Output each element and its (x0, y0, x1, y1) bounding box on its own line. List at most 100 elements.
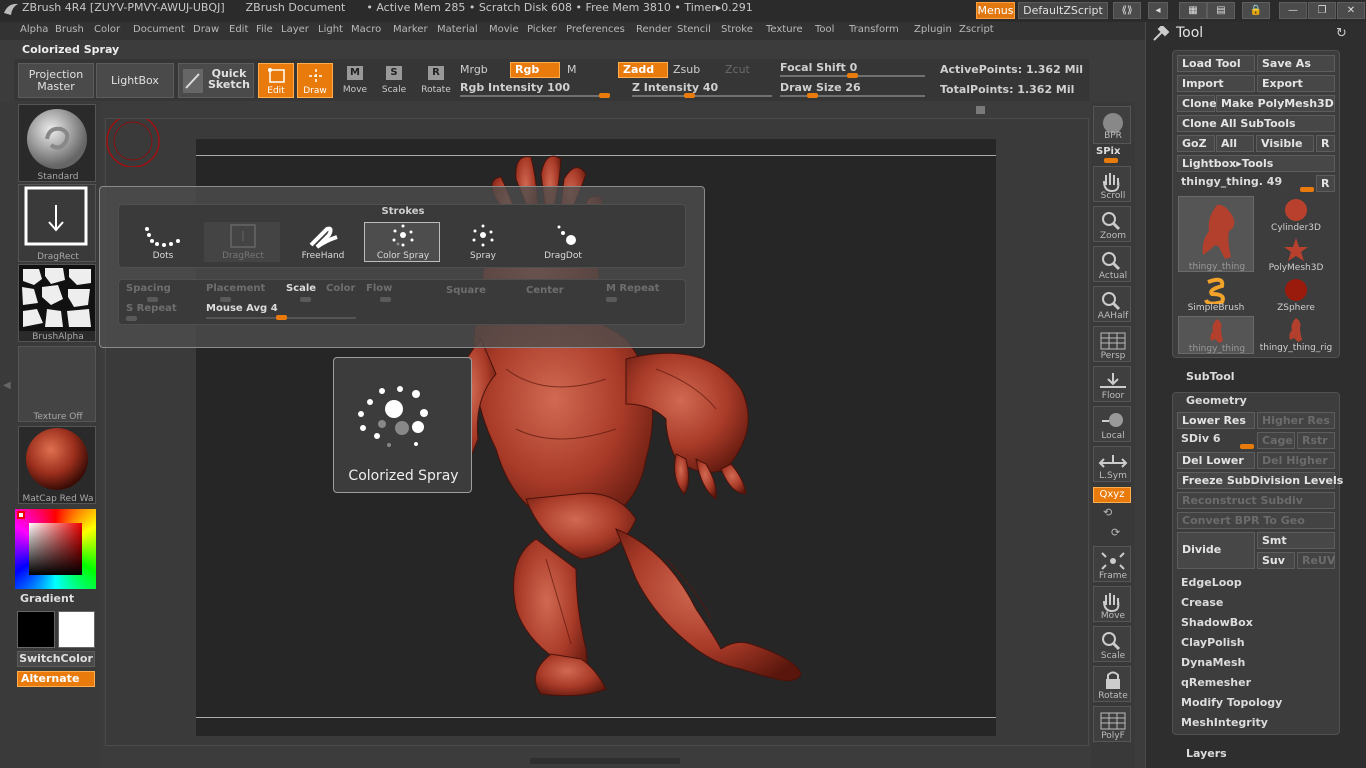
rgb-toggle[interactable]: Rgb (510, 62, 560, 78)
flow-knob[interactable] (380, 297, 391, 302)
suv-toggle[interactable]: Suv (1257, 552, 1295, 569)
save-as-button[interactable]: Save As (1257, 55, 1335, 72)
arrow-icon[interactable]: ◂ (1148, 2, 1168, 19)
clone-button[interactable]: Clone (1177, 95, 1217, 112)
refresh-icon[interactable]: ↻ (1336, 26, 1347, 41)
spacing-slider[interactable]: Spacing (126, 283, 171, 294)
main-color-swatch[interactable] (17, 611, 55, 648)
zcut-toggle[interactable]: Zcut (725, 63, 750, 76)
convert-bpr-button[interactable]: Convert BPR To Geo (1177, 512, 1335, 529)
restore-icon[interactable]: ❐ (1308, 2, 1336, 19)
geometry-section-shadowbox[interactable]: ShadowBox (1181, 616, 1253, 629)
scale-knob[interactable] (300, 297, 311, 302)
del-higher-button[interactable]: Del Higher (1257, 452, 1335, 469)
rotate-y-icon[interactable]: ⟲ (1103, 506, 1112, 519)
stroke-freehand-button[interactable]: FreeHand (284, 222, 360, 262)
spacing-knob[interactable] (147, 297, 158, 302)
canvas-scroll-marker[interactable] (976, 106, 985, 114)
draw-button[interactable]: Draw (297, 63, 333, 98)
geometry-section-crease[interactable]: Crease (1181, 596, 1223, 609)
higher-res-button[interactable]: Higher Res (1257, 412, 1335, 429)
subtool-header[interactable]: SubTool (1186, 370, 1235, 383)
geometry-section-qremesher[interactable]: qRemesher (1181, 676, 1251, 689)
s-repeat-slider[interactable]: S Repeat (126, 303, 177, 314)
geometry-section-modify-topology[interactable]: Modify Topology (1181, 696, 1282, 709)
draw-size-slider[interactable] (780, 95, 925, 97)
current-tool-slider[interactable] (1300, 187, 1314, 192)
layout-save-icon[interactable]: ▤ (1207, 2, 1235, 19)
menu-picker[interactable]: Picker (527, 24, 557, 35)
tray-toggle-icon[interactable]: ⟪⟫ (1113, 2, 1141, 19)
color-slider[interactable]: Color (326, 283, 355, 294)
rotate-z-icon[interactable]: ⟳ (1111, 526, 1120, 539)
rstr-button[interactable]: Rstr (1297, 432, 1335, 449)
m-toggle[interactable]: M (567, 63, 577, 76)
menu-zscript[interactable]: Zscript (959, 24, 994, 35)
menu-macro[interactable]: Macro (351, 24, 381, 35)
menu-stencil[interactable]: Stencil (677, 24, 711, 35)
actual-view-button[interactable]: Actual (1093, 246, 1131, 282)
lightbox-tools-button[interactable]: Lightbox▸Tools (1177, 155, 1335, 172)
move-view-button[interactable]: Move (1093, 586, 1131, 622)
menus-button[interactable]: Menus (976, 2, 1015, 19)
placement-knob[interactable] (220, 297, 231, 302)
draw-size-knob[interactable] (807, 93, 818, 98)
stroke-dots-button[interactable]: Dots (124, 222, 200, 262)
mrgb-toggle[interactable]: Mrgb (460, 63, 488, 76)
menu-color[interactable]: Color (94, 24, 120, 35)
rgb-intensity-knob[interactable] (599, 93, 610, 98)
menu-edit[interactable]: Edit (229, 24, 248, 35)
menu-document[interactable]: Document (133, 24, 185, 35)
tool-thumbnail[interactable]: thingy_thing (1178, 196, 1254, 272)
rgb-intensity-slider[interactable] (460, 95, 610, 97)
square-toggle[interactable]: Square (446, 285, 486, 296)
menu-preferences[interactable]: Preferences (566, 24, 625, 35)
sdiv-slider[interactable] (1240, 444, 1254, 449)
polyf-view-button[interactable]: PolyF (1093, 706, 1131, 742)
minimize-icon[interactable]: — (1279, 2, 1307, 19)
lock-icon[interactable]: 🔒 (1242, 2, 1270, 19)
layout-icon[interactable]: ▦ (1179, 2, 1207, 19)
menu-texture[interactable]: Texture (766, 24, 803, 35)
tool-thumbnail[interactable]: thingy_thing_rig (1258, 316, 1334, 354)
tool-r-button[interactable]: R (1316, 175, 1335, 192)
persp-view-button[interactable]: Persp (1093, 326, 1131, 362)
menu-stroke[interactable]: Stroke (721, 24, 753, 35)
default-zscript-button[interactable]: DefaultZScript (1018, 2, 1108, 19)
aahalf-view-button[interactable]: AAHalf (1093, 286, 1131, 322)
make-polymesh-button[interactable]: Make PolyMesh3D (1216, 95, 1335, 112)
menu-tool[interactable]: Tool (815, 24, 834, 35)
goz-all-button[interactable]: All (1216, 135, 1254, 152)
smt-toggle[interactable]: Smt (1257, 532, 1335, 549)
alternate-button[interactable]: Alternate (17, 671, 95, 687)
import-button[interactable]: Import (1177, 75, 1255, 92)
menu-render[interactable]: Render (636, 24, 672, 35)
rotate-button[interactable]: R Rotate (419, 63, 453, 98)
m-repeat-knob[interactable] (606, 297, 617, 302)
secondary-color-swatch[interactable] (58, 611, 95, 648)
projection-master-button[interactable]: Projection Master (18, 63, 94, 98)
scale-slider[interactable]: Scale (286, 283, 316, 294)
geometry-section-edgeloop[interactable]: EdgeLoop (1181, 576, 1242, 589)
del-lower-button[interactable]: Del Lower (1177, 452, 1255, 469)
reconstruct-subdiv-button[interactable]: Reconstruct Subdiv (1177, 492, 1335, 509)
move-button[interactable]: M Move (338, 63, 372, 98)
edit-button[interactable]: Edit (258, 63, 294, 98)
menu-alpha[interactable]: Alpha (20, 24, 48, 35)
placement-slider[interactable]: Placement (206, 283, 265, 294)
material-tile[interactable]: MatCap Red Wa (18, 426, 96, 504)
xyz-symmetry-toggle[interactable]: Qxyz (1093, 487, 1131, 503)
divide-button[interactable]: Divide (1177, 532, 1255, 569)
spix-slider[interactable] (1104, 158, 1118, 163)
tool-thumbnail[interactable]: ZSphere (1258, 276, 1334, 314)
stroke-tile[interactable]: DragRect (18, 184, 96, 262)
lightbox-button[interactable]: LightBox (96, 63, 174, 98)
m-repeat-slider[interactable]: M Repeat (606, 283, 659, 294)
stroke-color-spray-button[interactable]: Color Spray (364, 222, 440, 262)
menu-layer[interactable]: Layer (281, 24, 309, 35)
layers-header[interactable]: Layers (1186, 747, 1227, 760)
load-tool-button[interactable]: Load Tool (1177, 55, 1255, 72)
zsub-toggle[interactable]: Zsub (673, 63, 700, 76)
reuv-button[interactable]: ReUV (1297, 552, 1335, 569)
floor-view-button[interactable]: Floor (1093, 366, 1131, 402)
